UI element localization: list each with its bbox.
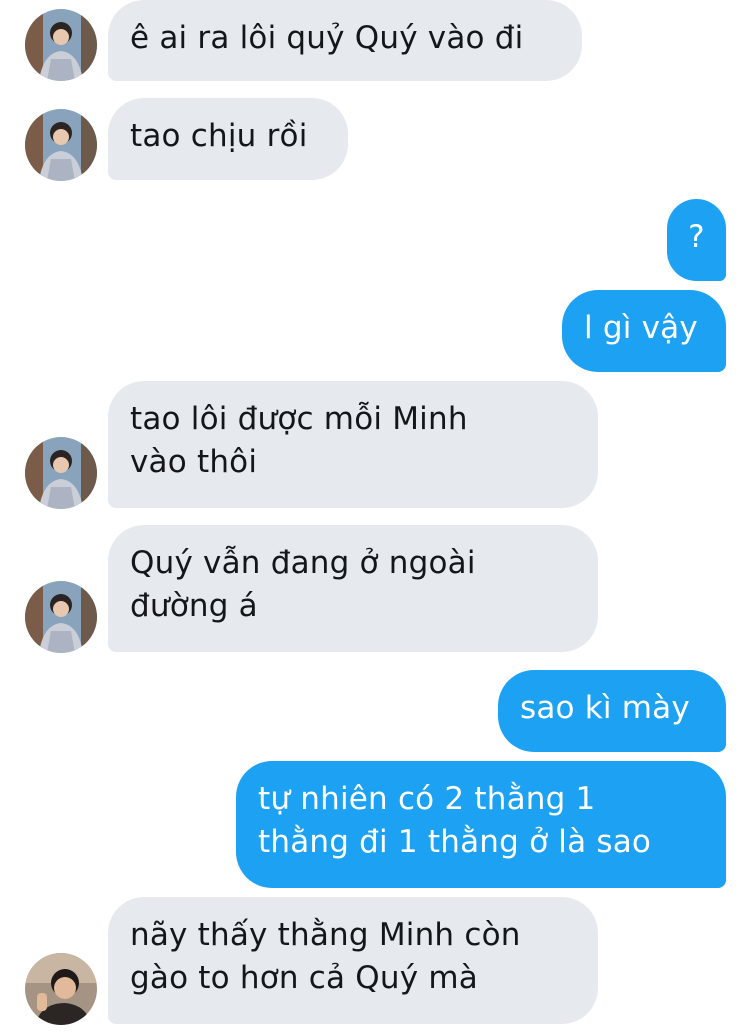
message-text: l gì vậy	[584, 310, 698, 346]
incoming-message-bubble[interactable]: Quý vẫn đang ở ngoài đường á	[108, 525, 598, 652]
incoming-message-bubble[interactable]: tao lôi được mỗi Minh vào thôi	[108, 381, 598, 508]
message-text: tao lôi được mỗi Minh	[130, 401, 468, 437]
message-text: Quý vẫn đang ở ngoài	[130, 545, 476, 581]
outgoing-message-bubble[interactable]: tự nhiên có 2 thằng 1 thằng đi 1 thằng ở…	[236, 761, 726, 888]
avatar-icon[interactable]	[25, 437, 97, 509]
message-text: ?	[688, 219, 705, 255]
outgoing-message-bubble[interactable]: l gì vậy	[562, 290, 726, 372]
message-text: tao chịu rồi	[130, 118, 308, 154]
incoming-message-bubble[interactable]: ê ai ra lôi quỷ Quý vào đi	[108, 0, 582, 81]
outgoing-message-bubble[interactable]: ?	[667, 199, 726, 281]
message-text: gào to hơn cả Quý mà	[130, 960, 478, 996]
message-text: ê ai ra lôi quỷ Quý vào đi	[130, 20, 524, 56]
message-text: nãy thấy thằng Minh còn	[130, 917, 521, 953]
message-text: thằng đi 1 thằng ở là sao	[258, 824, 652, 860]
avatar-icon[interactable]	[25, 9, 97, 81]
message-text: đường á	[130, 588, 258, 624]
conversation-thread: ê ai ra lôi quỷ Quý vào đi tao chịu rồi …	[0, 0, 750, 1035]
message-text: vào thôi	[130, 444, 258, 480]
outgoing-message-bubble[interactable]: sao kì mày	[498, 670, 726, 752]
message-text: sao kì mày	[520, 690, 690, 726]
avatar-icon[interactable]	[25, 109, 97, 181]
avatar-icon[interactable]	[25, 581, 97, 653]
avatar-icon[interactable]	[25, 953, 97, 1025]
incoming-message-bubble[interactable]: tao chịu rồi	[108, 98, 348, 180]
message-text: tự nhiên có 2 thằng 1	[258, 781, 596, 817]
incoming-message-bubble[interactable]: nãy thấy thằng Minh còn gào to hơn cả Qu…	[108, 897, 598, 1024]
